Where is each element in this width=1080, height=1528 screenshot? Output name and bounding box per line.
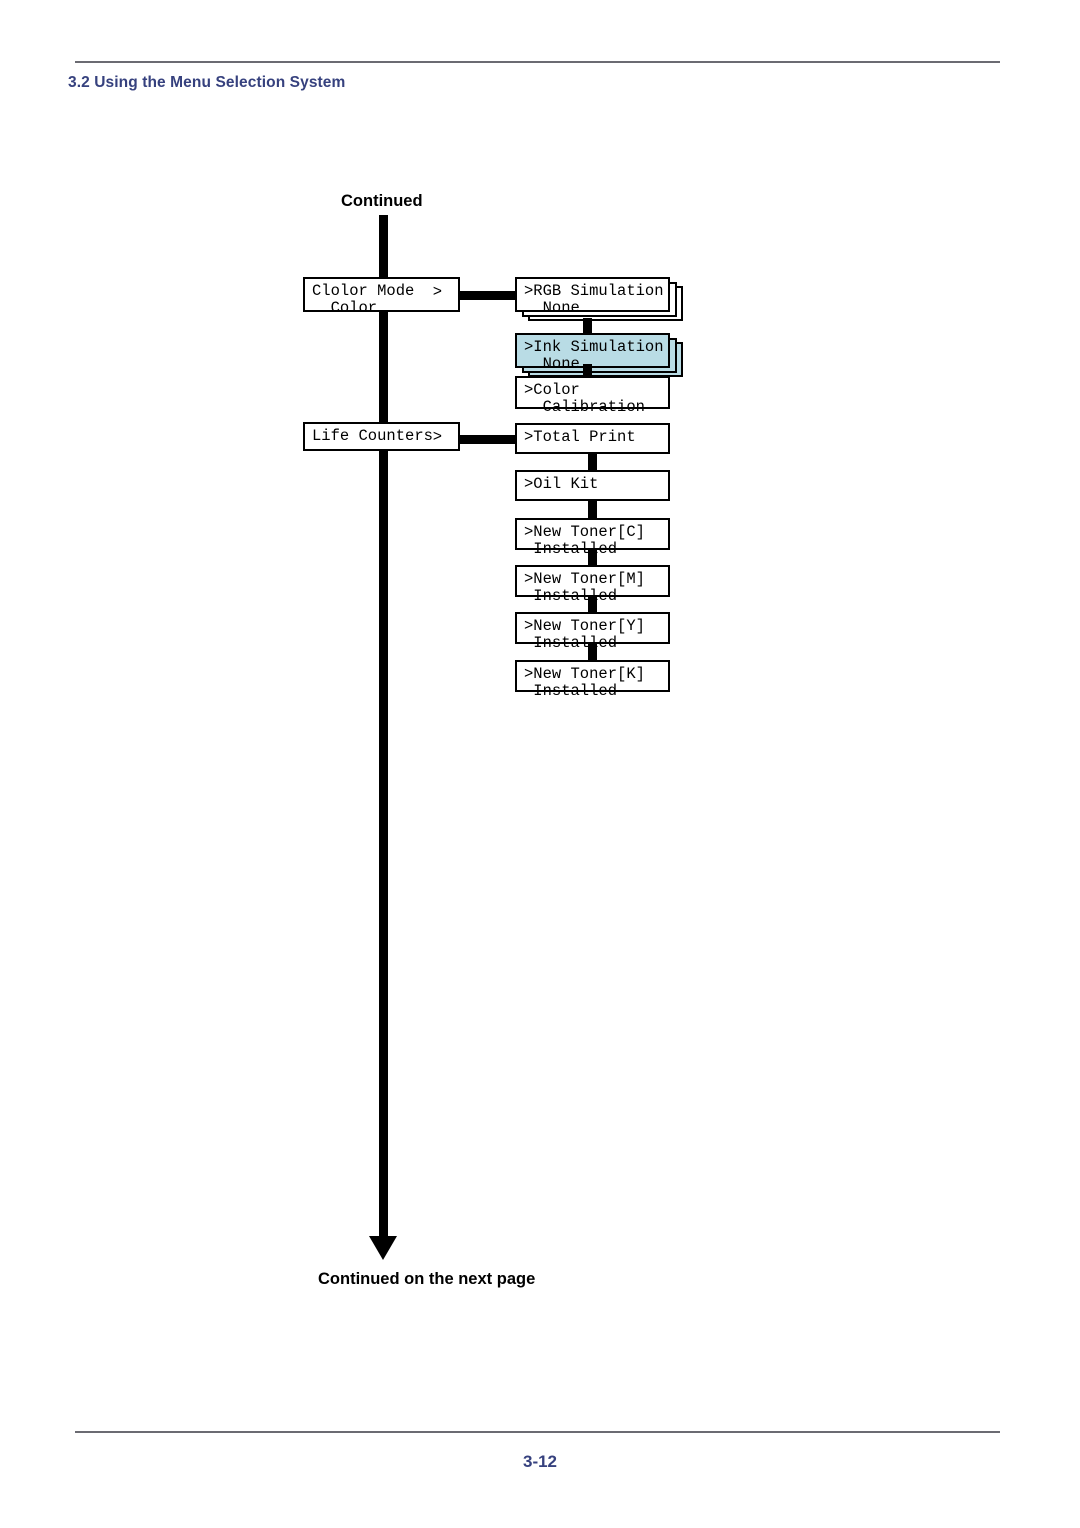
menu-item-new-toner-k[interactable]: >New Toner[K] Installed (515, 660, 670, 700)
menu-item-color-calibration-line2: Calibration (524, 398, 645, 416)
connector-ink-to-calibration (583, 364, 592, 378)
menu-item-ink-simulation[interactable]: >Ink Simulation None (515, 333, 670, 373)
menu-item-new-toner-m-line1: >New Toner[M] (524, 570, 645, 588)
menu-spine-arrow-icon (369, 1236, 397, 1260)
menu-item-life-counters[interactable]: Life Counters > (303, 422, 460, 451)
caption-continued-next-page: Continued on the next page (318, 1270, 536, 1288)
submenu-arrow-icon-color-mode: > (432, 283, 442, 301)
connector-toner-c-to-toner-m (588, 549, 597, 565)
menu-item-new-toner-m[interactable]: >New Toner[M] Installed (515, 565, 670, 605)
menu-item-ink-simulation-line2: None (524, 355, 580, 373)
menu-item-ink-simulation-line1: >Ink Simulation (524, 338, 664, 356)
menu-item-new-toner-c-line1: >New Toner[C] (524, 523, 645, 541)
menu-item-new-toner-k-line2: Installed (524, 682, 618, 700)
connector-oil-kit-to-toner-c (588, 501, 597, 518)
menu-item-rgb-simulation-line2: None (524, 299, 580, 317)
menu-tree-diagram: Continued Clolor Mode Color > Life Count… (0, 0, 1080, 1528)
menu-item-oil-kit[interactable]: >Oil Kit (515, 470, 670, 501)
connector-toner-m-to-toner-y (588, 596, 597, 612)
menu-item-total-print[interactable]: >Total Print (515, 423, 670, 454)
menu-item-new-toner-y-line1: >New Toner[Y] (524, 617, 645, 635)
connector-color-mode-to-submenu (460, 291, 520, 300)
caption-continued-above: Continued (341, 192, 423, 210)
menu-item-total-print-line1: >Total Print (524, 428, 636, 446)
menu-item-color-calibration-line1: >Color (524, 381, 580, 399)
menu-item-color-mode[interactable]: Clolor Mode Color > (303, 277, 460, 317)
menu-item-new-toner-k-line1: >New Toner[K] (524, 665, 645, 683)
menu-item-new-toner-y[interactable]: >New Toner[Y] Installed (515, 612, 670, 652)
menu-item-oil-kit-line1: >Oil Kit (524, 475, 599, 493)
menu-item-color-mode-line2: Color (312, 299, 378, 317)
menu-item-rgb-simulation-line1: >RGB Simulation (524, 282, 664, 300)
menu-item-rgb-simulation[interactable]: >RGB Simulation None (515, 277, 670, 317)
connector-toner-y-to-toner-k (588, 643, 597, 660)
submenu-arrow-icon-life-counters: > (432, 428, 442, 446)
menu-item-color-calibration[interactable]: >Color Calibration (515, 376, 670, 416)
menu-item-new-toner-c[interactable]: >New Toner[C] Installed (515, 518, 670, 558)
connector-life-counters-to-submenu (460, 435, 520, 444)
connector-total-print-to-oil-kit (588, 453, 597, 471)
menu-spine-line (379, 215, 388, 1237)
connector-rgb-to-ink (583, 318, 592, 333)
